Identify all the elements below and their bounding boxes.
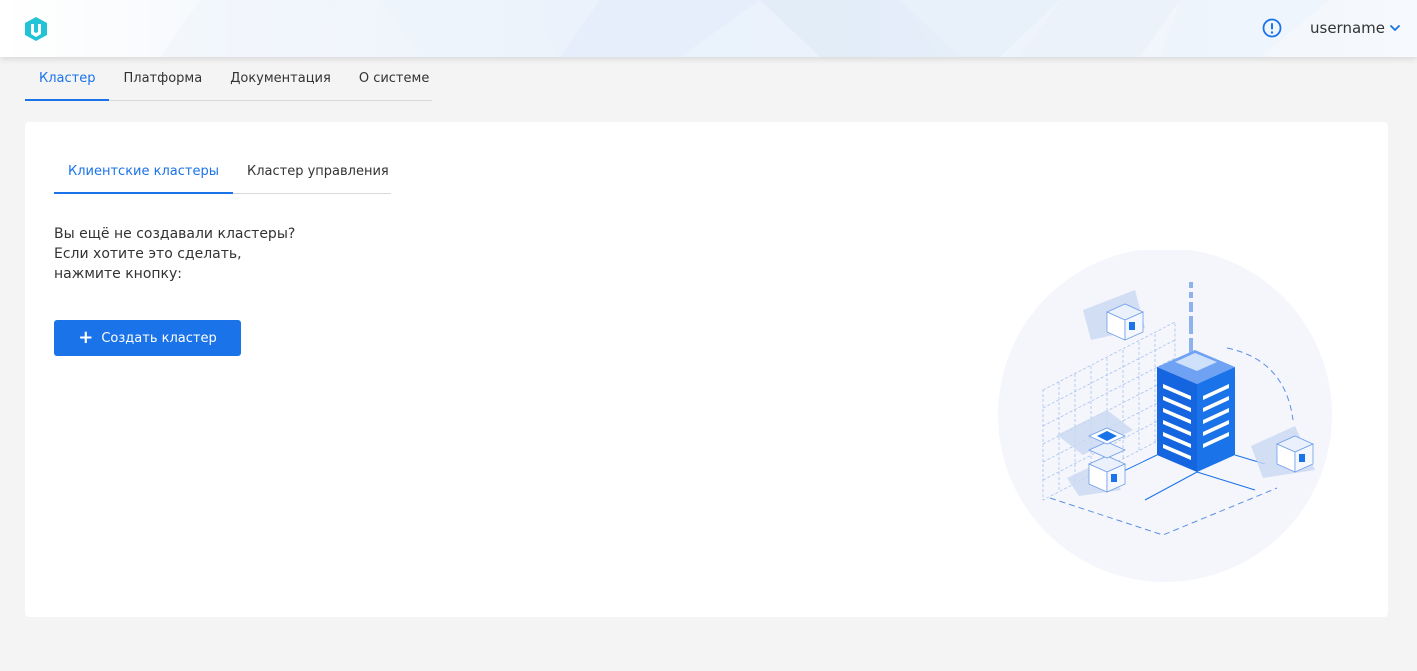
user-name: username bbox=[1310, 19, 1385, 37]
tab-management-cluster[interactable]: Кластер управления bbox=[233, 157, 403, 193]
create-cluster-label: Создать кластер bbox=[101, 330, 217, 346]
server-tower-illustration bbox=[998, 250, 1332, 582]
logo-icon[interactable] bbox=[23, 16, 49, 42]
empty-state-line: Если хотите это сделать, bbox=[54, 246, 242, 262]
tab-client-clusters[interactable]: Клиентские кластеры bbox=[54, 157, 233, 194]
create-cluster-button[interactable]: + Создать кластер bbox=[54, 320, 241, 356]
empty-state-message: Вы ещё не создавали кластеры? Если хотит… bbox=[54, 224, 354, 284]
tab-cluster[interactable]: Кластер bbox=[25, 64, 110, 101]
alert-icon[interactable] bbox=[1262, 18, 1282, 38]
user-menu[interactable]: username bbox=[1310, 18, 1401, 38]
cluster-sub-tabs: Клиентские кластеры Кластер управления bbox=[54, 157, 391, 194]
clusters-card: Клиентские кластеры Кластер управления В… bbox=[25, 122, 1388, 617]
empty-state-line: нажмите кнопку: bbox=[54, 266, 183, 282]
tab-platform[interactable]: Платформа bbox=[109, 64, 216, 100]
header-background-pattern bbox=[160, 0, 1330, 57]
chevron-down-icon bbox=[1390, 25, 1400, 31]
plus-icon: + bbox=[78, 327, 94, 348]
top-nav: Кластер Платформа Документация О системе bbox=[25, 64, 432, 101]
app-header: username bbox=[0, 0, 1417, 57]
tab-about-system[interactable]: О системе bbox=[345, 64, 443, 100]
tab-documentation[interactable]: Документация bbox=[216, 64, 345, 100]
empty-state-line: Вы ещё не создавали кластеры? bbox=[54, 226, 296, 242]
